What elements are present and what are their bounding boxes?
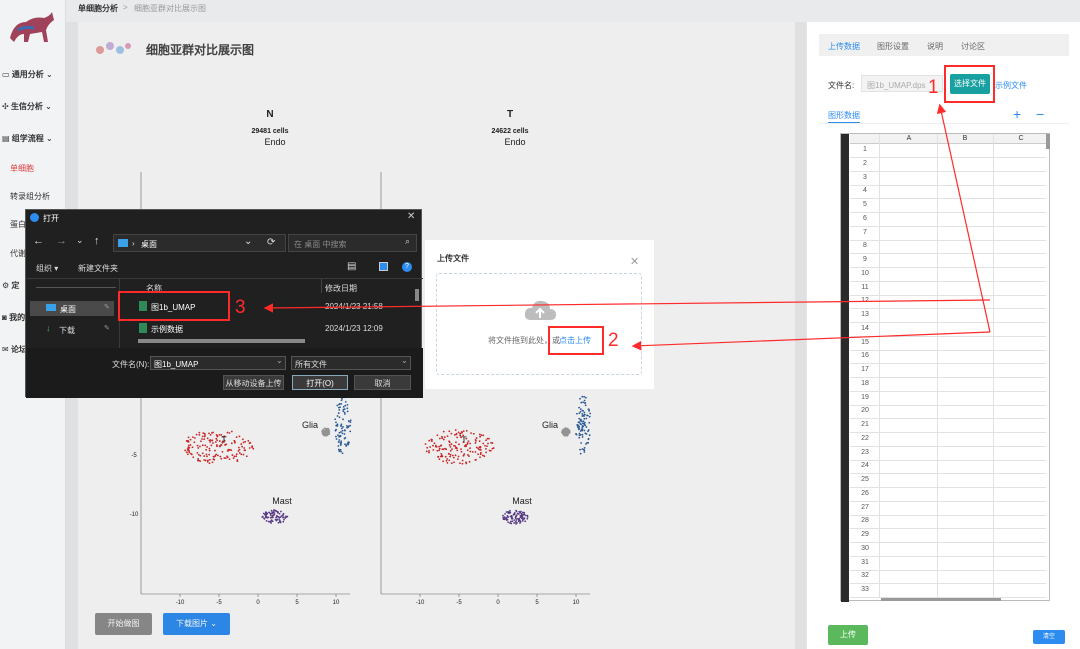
annotation-arrows	[0, 0, 1080, 649]
annotation-box-1	[944, 65, 995, 103]
annotation-number-1: 1	[928, 77, 939, 99]
annotation-number-2: 2	[608, 330, 619, 352]
arrow-1	[940, 106, 990, 332]
annotation-number-3: 3	[235, 297, 246, 319]
annotation-box-2	[548, 326, 604, 355]
arrow-3	[266, 300, 990, 308]
annotation-box-3	[118, 291, 230, 321]
arrow-2	[634, 332, 990, 346]
